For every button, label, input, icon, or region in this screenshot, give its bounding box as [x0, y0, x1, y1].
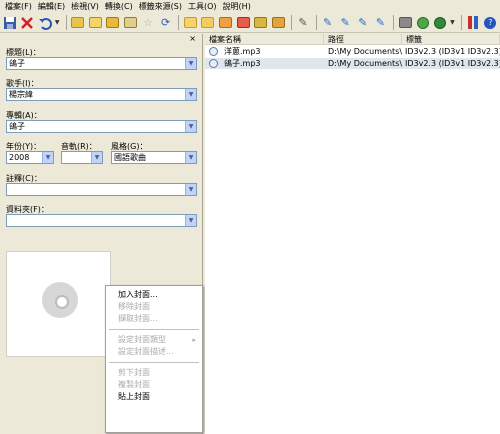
write-icon[interactable]: ✎	[295, 15, 311, 31]
menu-tag-sources[interactable]: 標籤來源(S)	[136, 0, 185, 13]
options-icon[interactable]	[271, 15, 287, 31]
toolbar-separator	[460, 15, 462, 30]
album-value: 鴿子	[9, 122, 25, 131]
track-combo[interactable]: ▼	[61, 151, 103, 164]
close-icon[interactable]: ×	[189, 34, 196, 43]
file-list: 檔案名稱 路徑 標籤 洋蔥.mp3 D:\My Documents\... ID…	[205, 34, 500, 434]
path-cell: D:\My Documents\...	[328, 59, 402, 68]
remove-cover-item[interactable]: 移除封面	[106, 301, 202, 313]
star-icon[interactable]: ☆	[140, 15, 156, 31]
album-combo[interactable]: 鴿子 ▼	[6, 120, 197, 133]
text-icon[interactable]: ✎	[337, 15, 353, 31]
menu-file[interactable]: 檔案(F)	[2, 0, 35, 13]
set-cover-type-label: 設定封面類型	[118, 335, 166, 344]
toolbar-separator	[315, 15, 317, 30]
menu-separator	[109, 362, 199, 363]
menu-convert[interactable]: 轉換(C)	[102, 0, 136, 13]
tag-sources-icon[interactable]: ✎	[373, 15, 389, 31]
extract-cover-item[interactable]: 擷取封面...	[106, 313, 202, 325]
genre-value: 國語歌曲	[114, 153, 146, 162]
chevron-down-icon[interactable]: ▼	[185, 184, 196, 195]
cut-cover-item[interactable]: 剪下封面	[106, 367, 202, 379]
year-combo[interactable]: 2008 ▼	[6, 151, 54, 164]
folder-icon[interactable]	[200, 15, 216, 31]
menu-edit[interactable]: 編輯(E)	[35, 0, 68, 13]
record-icon[interactable]	[432, 15, 448, 31]
menu-view[interactable]: 檢視(V)	[68, 0, 102, 13]
title-value: 鴿子	[9, 59, 25, 68]
add-cover-item[interactable]: 加入封面...	[106, 289, 202, 301]
paste-cover-item[interactable]: 貼上封面	[106, 391, 202, 403]
chevron-down-icon[interactable]: ▼	[185, 58, 196, 69]
save-icon[interactable]	[2, 15, 18, 31]
copy-cover-item[interactable]: 複製封面	[106, 379, 202, 391]
folder-open-icon[interactable]	[182, 15, 198, 31]
tag-cell: ID3v2.3 (ID3v1 ID3v2.3)	[405, 47, 500, 56]
column-tag[interactable]: 標籤	[402, 34, 500, 45]
toolbar-separator	[393, 15, 395, 30]
artist-combo[interactable]: 楊宗緯 ▼	[6, 88, 197, 101]
menu-bar: 檔案(F) 編輯(E) 檢視(V) 轉換(C) 標籤來源(S) 工具(O) 說明…	[0, 0, 500, 13]
filename-from-tag-icon[interactable]	[87, 15, 103, 31]
filename-cell: 洋蔥.mp3	[224, 47, 261, 56]
delete-icon[interactable]	[20, 15, 36, 31]
tag-cell: ID3v2.3 (ID3v1 ID3v2.3)	[405, 59, 500, 68]
web-sources-icon[interactable]: ✎	[355, 15, 371, 31]
cd-icon	[42, 282, 78, 318]
undo-icon[interactable]	[37, 15, 53, 31]
cover-context-menu: 加入封面... 移除封面 擷取封面... 設定封面類型 ▸ 設定封面描述... …	[105, 285, 203, 433]
chevron-down-icon[interactable]: ▼	[42, 152, 53, 163]
tag-to-tag-icon[interactable]	[105, 15, 121, 31]
refresh-icon[interactable]: ⟳	[158, 15, 174, 31]
set-cover-type-item[interactable]: 設定封面類型 ▸	[106, 334, 202, 346]
filename-cell: 鴿子.mp3	[224, 59, 261, 68]
table-row[interactable]: 鴿子.mp3 D:\My Documents\... ID3v2.3 (ID3v…	[205, 58, 500, 69]
chevron-down-icon[interactable]: ▼	[91, 152, 102, 163]
color-tag-icon[interactable]	[235, 15, 251, 31]
tag-from-filename-icon[interactable]	[70, 15, 86, 31]
table-row[interactable]: 洋蔥.mp3 D:\My Documents\... ID3v2.3 (ID3v…	[205, 46, 500, 57]
toolbar: ▼ ☆ ⟳ ✎ ✎ ✎ ✎ ✎ ▼ ?	[0, 13, 500, 33]
artist-value: 楊宗緯	[9, 90, 33, 99]
playlist-icon[interactable]	[253, 15, 269, 31]
disk-icon[interactable]	[397, 15, 413, 31]
edit-icon[interactable]: ✎	[320, 15, 336, 31]
chevron-down-icon[interactable]: ▼	[185, 89, 196, 100]
menu-separator	[109, 329, 199, 330]
list-header: 檔案名稱 路徑 標籤	[205, 34, 500, 45]
comment-combo[interactable]: ▼	[6, 183, 197, 196]
help-icon[interactable]: ?	[483, 15, 499, 31]
genre-combo[interactable]: 國語歌曲 ▼	[111, 151, 197, 164]
chevron-down-icon[interactable]: ▼	[185, 121, 196, 132]
submenu-arrow-icon: ▸	[192, 336, 196, 344]
column-filename[interactable]: 檔案名稱	[205, 34, 324, 45]
text-file-icon[interactable]	[123, 15, 139, 31]
menu-help[interactable]: 說明(H)	[220, 0, 254, 13]
chevron-down-icon[interactable]: ▼	[55, 19, 61, 26]
audio-file-icon	[209, 47, 218, 56]
cover-art-box[interactable]	[6, 251, 111, 357]
set-cover-description-item[interactable]: 設定封面描述...	[106, 346, 202, 358]
toolbar-separator	[291, 15, 293, 30]
globe-icon[interactable]	[415, 15, 431, 31]
chevron-down-icon[interactable]: ▼	[450, 19, 456, 26]
about-icon[interactable]	[465, 15, 481, 31]
audio-file-icon	[209, 59, 218, 68]
chevron-down-icon[interactable]: ▼	[185, 152, 196, 163]
toolbar-separator	[65, 15, 67, 30]
path-cell: D:\My Documents\...	[328, 47, 402, 56]
edit-tag-icon[interactable]	[218, 15, 234, 31]
title-combo[interactable]: 鴿子 ▼	[6, 57, 197, 70]
year-value: 2008	[9, 153, 30, 162]
menu-tools[interactable]: 工具(O)	[185, 0, 220, 13]
chevron-down-icon[interactable]: ▼	[185, 215, 196, 226]
directory-combo[interactable]: ▼	[6, 214, 197, 227]
column-path[interactable]: 路徑	[324, 34, 402, 45]
toolbar-separator	[178, 15, 180, 30]
